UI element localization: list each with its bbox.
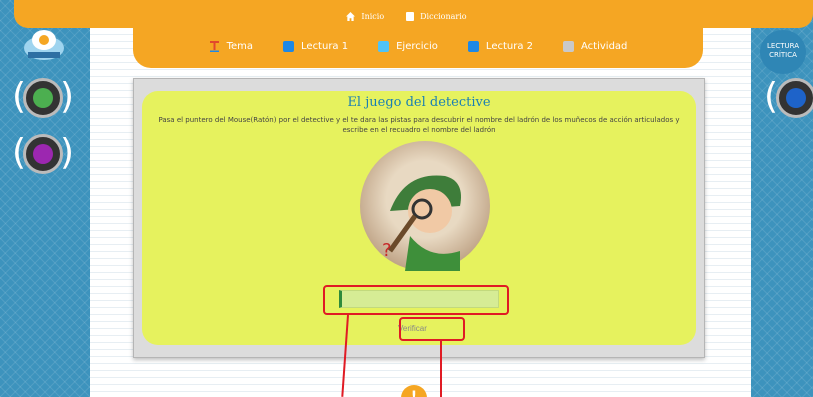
activity-instructions: Pasa el puntero del Mouse(Ratón) por el … bbox=[158, 116, 680, 134]
activity-title: El juego del detective bbox=[347, 95, 491, 110]
home-icon bbox=[346, 12, 356, 21]
document-icon bbox=[467, 40, 479, 52]
document-icon bbox=[283, 40, 295, 52]
nav-lectura-2[interactable]: Lectura 2 bbox=[467, 40, 533, 52]
list-icon bbox=[33, 88, 53, 108]
dictionary-link[interactable]: Diccionario bbox=[406, 12, 467, 21]
list-button[interactable] bbox=[23, 78, 63, 118]
letter-t-icon bbox=[209, 41, 219, 52]
home-link[interactable]: Inicio bbox=[346, 12, 384, 21]
media-button[interactable] bbox=[23, 134, 63, 174]
target-button[interactable] bbox=[776, 78, 813, 118]
detective-image[interactable]: ? bbox=[360, 141, 490, 271]
nav-ejercicio[interactable]: Ejercicio bbox=[378, 40, 438, 52]
answer-highlight bbox=[323, 285, 509, 315]
verify-highlight bbox=[399, 317, 465, 341]
target-icon bbox=[786, 88, 806, 108]
main-nav: Tema Lectura 1 Ejercicio Lectura 2 Activ… bbox=[133, 40, 703, 52]
nav-actividad[interactable]: Actividad bbox=[563, 40, 627, 52]
lectura-critica-logo: LECTURA CRÍTICA bbox=[760, 30, 806, 74]
nav-tema[interactable]: Tema bbox=[209, 40, 253, 52]
media-icon bbox=[33, 144, 53, 164]
pencil-icon bbox=[378, 40, 390, 52]
top-links: Inicio Diccionario bbox=[0, 12, 813, 21]
connector-line-right bbox=[440, 341, 442, 397]
list-icon bbox=[563, 40, 575, 52]
book-icon bbox=[406, 12, 415, 21]
activity-panel: El juego del detective Pasa el puntero d… bbox=[133, 78, 705, 358]
header-tab bbox=[133, 0, 703, 68]
nav-lectura-1[interactable]: Lectura 1 bbox=[283, 40, 348, 52]
svg-text:?: ? bbox=[382, 240, 392, 261]
logo-icon[interactable] bbox=[22, 26, 66, 64]
